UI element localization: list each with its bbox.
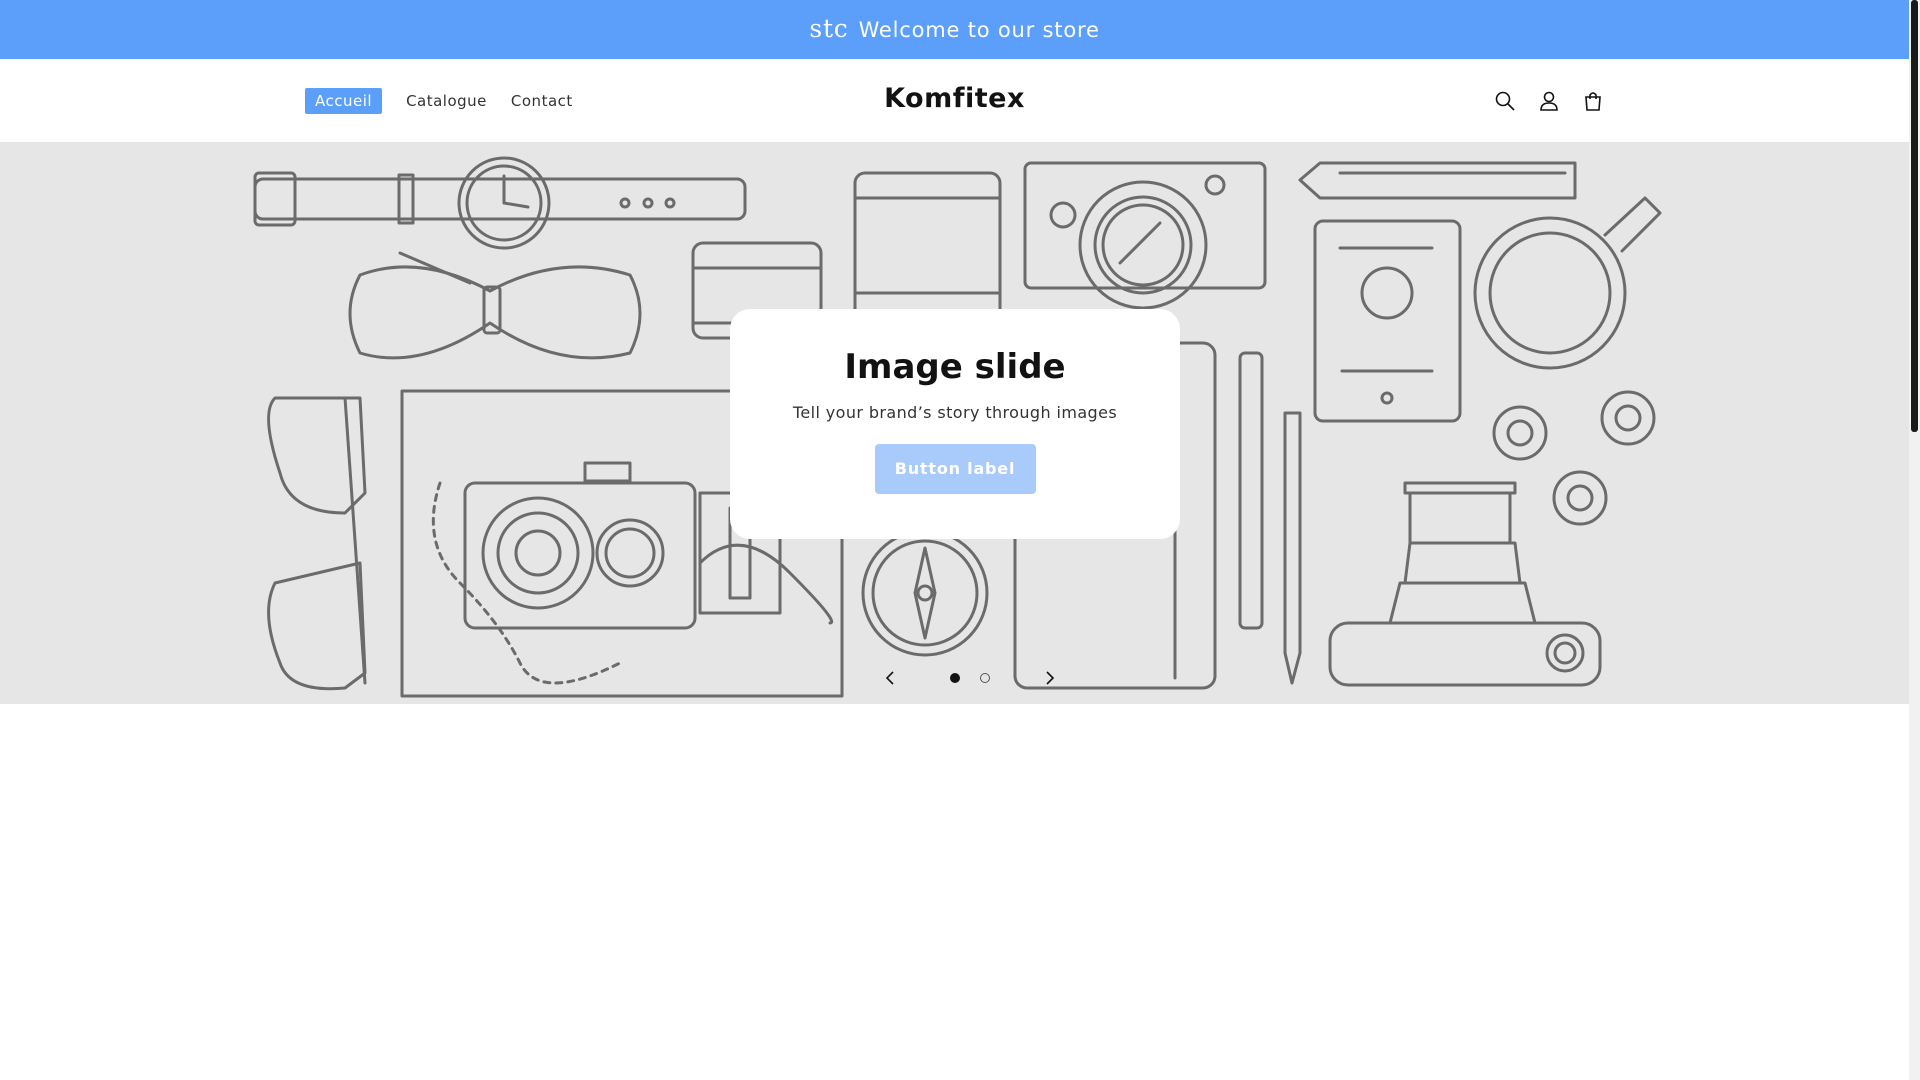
slide-dot-1[interactable] xyxy=(950,673,960,683)
announcement-text: Welcome to our store xyxy=(858,17,1100,42)
cart-icon[interactable] xyxy=(1578,86,1608,116)
page-scrollbar[interactable] xyxy=(1909,0,1920,1080)
search-icon[interactable] xyxy=(1490,86,1520,116)
account-icon[interactable] xyxy=(1534,86,1564,116)
slide-button[interactable]: Button label xyxy=(874,444,1036,494)
header-icons xyxy=(1490,86,1622,116)
hero-slideshow: Image slide Tell your brand’s story thro… xyxy=(0,143,1909,704)
brand-logo[interactable]: Komfitex xyxy=(0,83,1909,114)
site-header: Accueil Catalogue Contact Komfitex xyxy=(0,59,1909,143)
slider-controls xyxy=(880,668,1060,688)
previous-slide-icon[interactable] xyxy=(880,668,900,688)
announcement-bar: stc Welcome to our store xyxy=(0,0,1909,59)
next-slide-icon[interactable] xyxy=(1040,668,1060,688)
scrollbar-thumb[interactable] xyxy=(1911,0,1918,432)
slide-dot-2[interactable] xyxy=(980,673,990,683)
slide-title: Image slide xyxy=(844,347,1066,387)
stc-logo-icon: stc xyxy=(809,14,849,43)
slide-dots xyxy=(940,673,1000,683)
slide-content-box: Image slide Tell your brand’s story thro… xyxy=(730,309,1180,539)
slide-text: Tell your brand’s story through images xyxy=(792,403,1118,422)
